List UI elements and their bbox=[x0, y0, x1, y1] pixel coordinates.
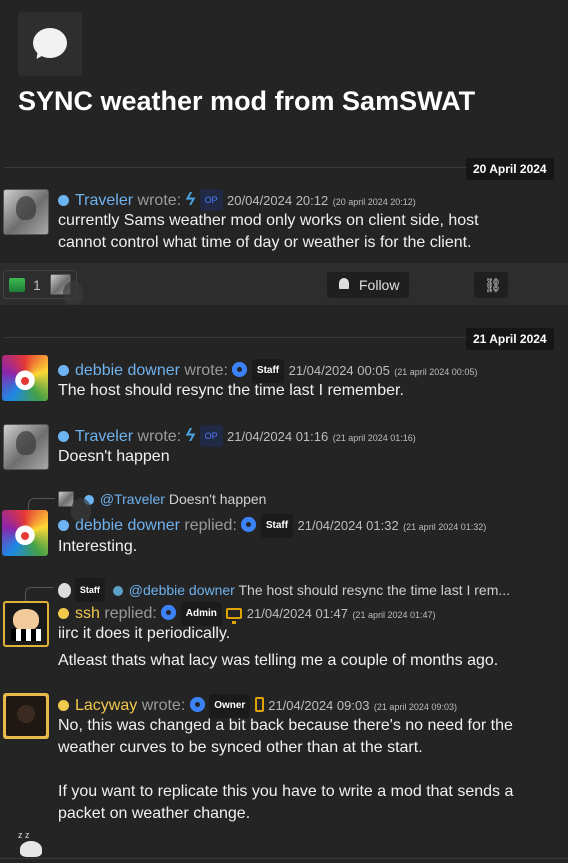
gear-icon bbox=[161, 605, 177, 620]
author-name[interactable]: Lacyway bbox=[75, 697, 137, 714]
avatar-debbie-downer[interactable] bbox=[2, 510, 48, 556]
post-verb: wrote: bbox=[137, 192, 182, 209]
avatar-traveler[interactable] bbox=[3, 189, 49, 235]
online-status-dot bbox=[58, 431, 69, 442]
post-timestamp[interactable]: 20/04/2024 20:12 bbox=[227, 193, 328, 208]
phone-icon bbox=[254, 697, 264, 712]
avatar-traveler[interactable] bbox=[3, 424, 49, 470]
lightning-icon: ϟ bbox=[185, 425, 196, 445]
post-timestamp-full: (21 april 2024 01:16) bbox=[332, 433, 416, 443]
online-status-dot bbox=[58, 365, 69, 376]
divider bbox=[4, 167, 466, 168]
gear-icon bbox=[232, 362, 248, 377]
post-body: Interesting. bbox=[58, 538, 138, 555]
post-verb: wrote: bbox=[137, 428, 182, 445]
post-verb: replied: bbox=[104, 605, 157, 622]
date-separator: 20 April 2024 bbox=[466, 158, 554, 180]
author-name[interactable]: ssh bbox=[75, 605, 100, 622]
author-name[interactable]: debbie downer bbox=[75, 362, 180, 379]
op-badge: OP bbox=[199, 425, 223, 447]
post-timestamp[interactable]: 21/04/2024 01:47 bbox=[247, 606, 348, 621]
post-timestamp-full: (21 april 2024 01:47) bbox=[352, 610, 436, 620]
post-timestamp[interactable]: 21/04/2024 00:05 bbox=[289, 363, 390, 378]
post-timestamp[interactable]: 21/04/2024 01:16 bbox=[227, 429, 328, 444]
page-title: SYNC weather mod from SamSWAT bbox=[18, 86, 476, 116]
date-separator: 21 April 2024 bbox=[466, 328, 554, 350]
online-status-dot bbox=[58, 520, 69, 531]
post-body: No, this was changed a bit back because … bbox=[58, 717, 513, 756]
bell-icon bbox=[339, 278, 349, 289]
reply-snippet: The host should resync the time last I r… bbox=[238, 582, 511, 598]
reply-snippet: Doesn't happen bbox=[168, 491, 267, 507]
author-name[interactable]: Traveler bbox=[75, 192, 133, 209]
divider bbox=[0, 858, 568, 859]
follow-label: Follow bbox=[359, 277, 400, 293]
reaction-emoji-icon bbox=[9, 278, 25, 292]
gear-icon bbox=[189, 697, 205, 712]
post-timestamp-full: (20 april 2024 20:12) bbox=[332, 197, 416, 207]
post-header: Traveler wrote: ϟ OP 21/04/2024 01:16 (2… bbox=[58, 425, 416, 448]
sleeping-mascot-icon bbox=[20, 841, 42, 857]
ghost-icon bbox=[58, 583, 71, 598]
thread-icon bbox=[18, 12, 82, 76]
follow-button[interactable]: Follow bbox=[327, 272, 409, 298]
post-verb: wrote: bbox=[141, 697, 186, 714]
monitor-icon bbox=[226, 608, 243, 624]
reaction-button[interactable]: 1 bbox=[3, 270, 83, 305]
online-status-dot bbox=[58, 195, 69, 206]
post-body-continued: Atleast thats what lacy was telling me a… bbox=[58, 652, 499, 669]
zzz-icon: z z bbox=[18, 830, 30, 840]
reply-reference[interactable]: Staff @debbie downer The host should res… bbox=[58, 578, 510, 602]
post-verb: wrote: bbox=[184, 362, 228, 379]
staff-badge: Staff bbox=[74, 578, 105, 602]
op-badge: OP bbox=[199, 189, 223, 211]
post-timestamp-full: (21 april 2024 01:32) bbox=[403, 522, 487, 532]
staff-badge: Staff bbox=[260, 514, 294, 538]
post-body: Doesn't happen bbox=[58, 448, 170, 465]
online-status-dot bbox=[58, 700, 69, 711]
post-body-continued: If you want to replicate this you have t… bbox=[58, 783, 514, 822]
post-header: debbie downer replied: Staff 21/04/2024 … bbox=[58, 514, 486, 538]
reactor-avatar bbox=[50, 274, 83, 305]
reaction-count: 1 bbox=[33, 277, 41, 293]
reply-connector bbox=[25, 587, 54, 601]
author-name[interactable]: Traveler bbox=[75, 428, 133, 445]
post-body: currently Sams weather mod only works on… bbox=[58, 212, 479, 251]
post-timestamp-full: (21 april 2024 00:05) bbox=[394, 367, 478, 377]
online-status-dot bbox=[112, 586, 123, 596]
avatar-debbie-downer[interactable] bbox=[2, 355, 48, 401]
post-verb: replied: bbox=[184, 517, 237, 534]
divider bbox=[4, 337, 466, 338]
reply-avatar bbox=[58, 491, 91, 522]
post-timestamp[interactable]: 21/04/2024 09:03 bbox=[268, 698, 369, 713]
post-body: The host should resync the time last I r… bbox=[58, 382, 404, 399]
reply-reference[interactable]: @Traveler Doesn't happen bbox=[58, 489, 267, 522]
lightning-icon: ϟ bbox=[185, 189, 196, 209]
link-icon: ⛓ bbox=[484, 277, 502, 293]
post-body: iirc it does it periodically. bbox=[58, 625, 231, 642]
avatar-ssh[interactable] bbox=[3, 601, 49, 647]
post-timestamp-full: (21 april 2024 09:03) bbox=[373, 702, 457, 712]
reply-author: @debbie downer bbox=[128, 582, 235, 598]
gear-icon bbox=[241, 517, 257, 532]
reply-author: @Traveler bbox=[99, 491, 165, 507]
copy-link-button[interactable]: ⛓ bbox=[474, 272, 508, 298]
author-name[interactable]: debbie downer bbox=[75, 517, 180, 534]
avatar-lacyway[interactable] bbox=[3, 693, 49, 739]
post-header: Traveler wrote: ϟ OP 20/04/2024 20:12 (2… bbox=[58, 189, 416, 212]
post-timestamp[interactable]: 21/04/2024 01:32 bbox=[298, 518, 399, 533]
online-status-dot bbox=[58, 608, 69, 619]
